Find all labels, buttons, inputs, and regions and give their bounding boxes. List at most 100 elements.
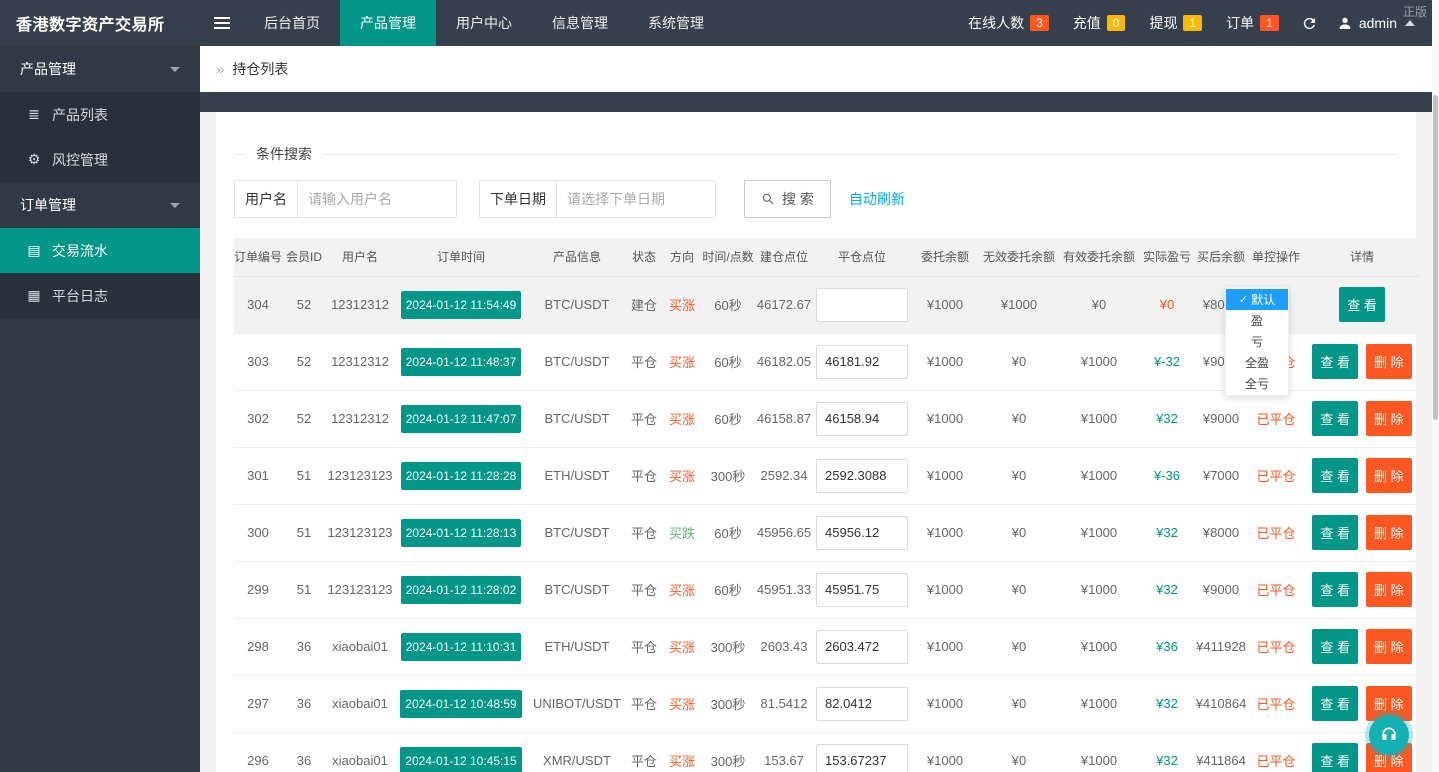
search-row: 用户名 下单日期 搜 索 自动刷新	[234, 180, 1398, 218]
delete-button[interactable]: 删 除	[1366, 344, 1412, 379]
nav-item-产品管理[interactable]: 产品管理	[340, 0, 436, 46]
after-balance-cell: ¥7000	[1194, 447, 1248, 504]
close-point-cell	[814, 333, 910, 390]
close-point-input[interactable]	[816, 744, 908, 772]
close-point-cell	[814, 675, 910, 732]
order-time-button[interactable]: 2024-01-12 10:45:15	[400, 747, 521, 772]
entrust-balance-cell: ¥1000	[910, 732, 980, 772]
product-cell: BTC/USDT	[528, 561, 626, 618]
order-time-button[interactable]: 2024-01-12 10:48:59	[400, 690, 521, 718]
header-stat[interactable]: 订单1	[1214, 13, 1291, 33]
view-button[interactable]: 查 看	[1312, 686, 1358, 721]
nav-item-用户中心[interactable]: 用户中心	[436, 0, 532, 46]
menu-toggle-icon[interactable]	[200, 0, 244, 46]
close-point-input[interactable]	[816, 288, 908, 322]
member-id-cell: 52	[282, 276, 326, 333]
order-time-button[interactable]: 2024-01-12 11:28:02	[401, 576, 522, 604]
order-time-cell: 2024-01-12 11:28:28	[394, 447, 528, 504]
username-input[interactable]	[297, 180, 457, 218]
view-button[interactable]: 查 看	[1312, 401, 1358, 436]
delete-button[interactable]: 删 除	[1366, 515, 1412, 550]
auto-refresh-link[interactable]: 自动刷新	[849, 189, 905, 209]
detail-cell: 查 看删 除	[1304, 561, 1420, 618]
close-point-input[interactable]	[816, 516, 908, 550]
entrust-balance-cell: ¥1000	[910, 276, 980, 333]
duration-cell: 60秒	[702, 390, 754, 447]
sidebar-item[interactable]: ▦平台日志	[0, 273, 200, 318]
order-time-button[interactable]: 2024-01-12 11:47:07	[401, 405, 522, 433]
view-button[interactable]: 查 看	[1312, 629, 1358, 664]
member-id-cell: 36	[282, 675, 326, 732]
order-time-button[interactable]: 2024-01-12 11:28:28	[401, 462, 522, 490]
valid-entrust-cell: ¥1000	[1058, 732, 1140, 772]
sidebar-group[interactable]: 产品管理	[0, 46, 200, 92]
closed-status: 已平仓	[1256, 469, 1295, 484]
refresh-icon[interactable]	[1291, 0, 1329, 46]
entrust-balance-cell: ¥1000	[910, 504, 980, 561]
column-header: 无效委托余额	[980, 238, 1058, 276]
dropdown-option-label: 全亏	[1245, 375, 1269, 392]
customer-service-button[interactable]	[1369, 715, 1409, 755]
delete-button[interactable]: 删 除	[1366, 458, 1412, 493]
order-time-button[interactable]: 2024-01-12 11:28:13	[401, 519, 522, 547]
valid-entrust-cell: ¥1000	[1058, 618, 1140, 675]
delete-button[interactable]: 删 除	[1366, 401, 1412, 436]
breadcrumb-arrows-icon: »	[216, 61, 224, 78]
view-button[interactable]: 查 看	[1312, 743, 1358, 772]
order-time-button[interactable]: 2024-01-12 11:48:37	[401, 348, 522, 376]
nav-item-后台首页[interactable]: 后台首页	[244, 0, 340, 46]
status-cell: 平仓	[626, 561, 662, 618]
duration-cell: 300秒	[702, 447, 754, 504]
delete-button[interactable]: 删 除	[1366, 572, 1412, 607]
order-time-button[interactable]: 2024-01-12 11:54:49	[401, 291, 522, 319]
dropdown-option[interactable]: 亏	[1226, 331, 1288, 352]
dropdown-option[interactable]: 盈	[1226, 310, 1288, 331]
close-point-input[interactable]	[816, 345, 908, 379]
close-point-input[interactable]	[816, 402, 908, 436]
profit-cell: ¥32	[1140, 732, 1194, 772]
scrollbar-track[interactable]	[1432, 0, 1439, 772]
profit-cell: ¥32	[1140, 504, 1194, 561]
delete-button[interactable]: 删 除	[1366, 629, 1412, 664]
header-stat[interactable]: 充值0	[1061, 13, 1138, 33]
sidebar-item[interactable]: ≣产品列表	[0, 92, 200, 137]
direction-label: 买涨	[669, 754, 695, 769]
view-button[interactable]: 查 看	[1312, 515, 1358, 550]
direction-label: 买涨	[669, 697, 695, 712]
date-input[interactable]	[556, 180, 716, 218]
close-point-input[interactable]	[816, 573, 908, 607]
close-point-input[interactable]	[816, 687, 908, 721]
sidebar-group[interactable]: 订单管理	[0, 182, 200, 228]
view-button[interactable]: 查 看	[1312, 344, 1358, 379]
member-id-cell: 51	[282, 504, 326, 561]
scrollbar-thumb[interactable]	[1433, 95, 1438, 420]
header-stat[interactable]: 在线人数3	[956, 13, 1061, 33]
control-cell: 已平仓	[1248, 390, 1304, 447]
table-row: 301511231231232024-01-12 11:28:28ETH/USD…	[234, 447, 1420, 504]
order-time-cell: 2024-01-12 11:28:13	[394, 504, 528, 561]
sidebar-item[interactable]: ⚙风控管理	[0, 137, 200, 182]
sidebar-item[interactable]: ▤交易流水	[0, 228, 200, 273]
stat-badge: 1	[1260, 15, 1279, 31]
close-point-input[interactable]	[816, 459, 908, 493]
dropdown-option[interactable]: 全盈	[1226, 352, 1288, 373]
column-header: 订单编号	[234, 238, 282, 276]
close-point-input[interactable]	[816, 630, 908, 664]
header-stat[interactable]: 提现1	[1137, 13, 1214, 33]
view-button[interactable]: 查 看	[1339, 287, 1385, 322]
profit-value: ¥32	[1156, 411, 1178, 426]
closed-status: 已平仓	[1256, 583, 1295, 598]
search-button[interactable]: 搜 索	[744, 180, 831, 218]
control-dropdown: ✓默认盈亏全盈全亏	[1225, 287, 1289, 396]
open-point-cell: 45956.65	[754, 504, 814, 561]
nav-item-系统管理[interactable]: 系统管理	[628, 0, 724, 46]
corner-tag: 正版	[1403, 3, 1427, 20]
dropdown-option[interactable]: ✓默认	[1226, 289, 1288, 310]
view-button[interactable]: 查 看	[1312, 458, 1358, 493]
detail-cell: 查 看删 除	[1304, 390, 1420, 447]
order-time-button[interactable]: 2024-01-12 11:10:31	[401, 633, 522, 661]
dropdown-option[interactable]: 全亏	[1226, 373, 1288, 394]
view-button[interactable]: 查 看	[1312, 572, 1358, 607]
column-header: 买后余额	[1194, 238, 1248, 276]
nav-item-信息管理[interactable]: 信息管理	[532, 0, 628, 46]
